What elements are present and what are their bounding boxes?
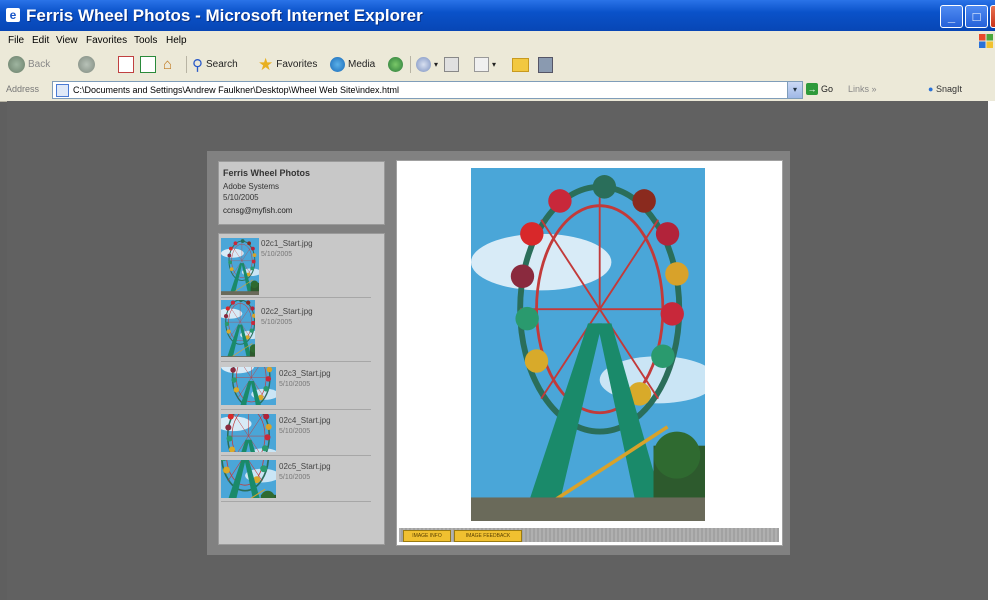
- search-icon: ⚲: [192, 56, 203, 74]
- thumbnail-item[interactable]: 02c2_Start.jpg 5/10/2005: [219, 300, 384, 362]
- menu-view[interactable]: View: [56, 35, 78, 46]
- title-bar[interactable]: e Ferris Wheel Photos - Microsoft Intern…: [0, 0, 995, 31]
- menu-tools[interactable]: Tools: [134, 35, 157, 46]
- gallery-container: Ferris Wheel Photos Adobe Systems 5/10/2…: [207, 151, 790, 555]
- go-button[interactable]: → Go: [806, 83, 833, 95]
- ie-window: e Ferris Wheel Photos - Microsoft Intern…: [0, 0, 995, 600]
- refresh-icon: [140, 56, 156, 73]
- close-button[interactable]: X: [990, 5, 995, 28]
- media-button[interactable]: Media: [330, 55, 375, 74]
- thumbnail-image: [221, 367, 276, 405]
- thumbnail-date: 5/10/2005: [261, 251, 293, 258]
- image-feedback-button[interactable]: IMAGE FEEDBACK: [454, 530, 522, 542]
- menu-favorites[interactable]: Favorites: [86, 35, 127, 46]
- address-input[interactable]: C:\Documents and Settings\Andrew Faulkne…: [52, 81, 792, 99]
- snagit-button[interactable]: ● SnagIt: [928, 84, 962, 94]
- folder-icon: [512, 57, 529, 72]
- thumbnail-date: 5/10/2005: [279, 428, 311, 435]
- edit-icon: [474, 57, 489, 72]
- thumbnail-date: 5/10/2005: [279, 474, 311, 481]
- maximize-button[interactable]: □: [965, 5, 988, 28]
- thumbnail-item[interactable]: 02c4_Start.jpg 5/10/2005: [219, 411, 384, 457]
- thumbnail-name: 02c1_Start.jpg: [261, 239, 313, 248]
- refresh-button[interactable]: [140, 55, 156, 74]
- go-arrow-icon: →: [806, 83, 818, 95]
- history-button[interactable]: [388, 55, 403, 74]
- thumbnail-date: 5/10/2005: [279, 381, 311, 388]
- mail-icon: [416, 57, 431, 72]
- thumbnail-name: 02c4_Start.jpg: [279, 416, 331, 425]
- windows-logo-icon: [979, 34, 993, 48]
- go-label: Go: [821, 84, 834, 94]
- scrollbar[interactable]: [988, 101, 995, 600]
- address-bar: Address C:\Documents and Settings\Andrew…: [0, 78, 995, 102]
- image-info-button[interactable]: IMAGE INFO: [403, 530, 451, 542]
- forward-button[interactable]: [78, 55, 95, 74]
- edit-button[interactable]: ▾: [474, 55, 496, 74]
- mail-button[interactable]: ▾: [416, 55, 438, 74]
- thumbnail-image: [221, 414, 276, 452]
- links-label: Links: [848, 84, 870, 94]
- links-button[interactable]: Links »: [848, 84, 877, 94]
- site-date: 5/10/2005: [223, 193, 259, 202]
- site-title: Ferris Wheel Photos: [223, 168, 311, 178]
- ie-logo-icon: e: [6, 8, 20, 22]
- home-icon: ⌂: [163, 56, 173, 73]
- favorites-star-icon: ★: [258, 54, 274, 74]
- site-author: Adobe Systems: [223, 182, 280, 191]
- site-info-panel: Ferris Wheel Photos Adobe Systems 5/10/2…: [218, 161, 385, 225]
- thumbnail-image: [221, 300, 255, 357]
- back-icon: [8, 56, 25, 73]
- menu-help[interactable]: Help: [166, 35, 187, 46]
- menu-file[interactable]: File: [8, 35, 24, 46]
- menu-bar: File Edit View Favorites Tools Help: [0, 31, 995, 52]
- page-icon: [56, 83, 69, 97]
- image-button-bar: IMAGE INFO IMAGE FEEDBACK: [399, 528, 779, 542]
- forward-icon: [78, 56, 95, 73]
- main-photo: [471, 168, 705, 521]
- window-title: Ferris Wheel Photos - Microsoft Internet…: [26, 6, 423, 25]
- back-label: Back: [28, 59, 51, 70]
- stop-button[interactable]: [118, 55, 134, 74]
- print-icon: [444, 57, 459, 72]
- thumbnail-item[interactable]: 02c5_Start.jpg 5/10/2005: [219, 457, 384, 503]
- thumbnail-item[interactable]: 02c1_Start.jpg 5/10/2005: [219, 234, 384, 298]
- search-button[interactable]: ⚲ Search: [192, 55, 238, 74]
- thumbnail-image: [221, 460, 276, 498]
- back-button[interactable]: Back: [8, 55, 50, 74]
- site-email-link[interactable]: ccnsg@myfish.com: [223, 206, 292, 215]
- minimize-button[interactable]: _: [940, 5, 963, 28]
- print-button[interactable]: [444, 55, 459, 74]
- messenger-button[interactable]: [538, 55, 553, 74]
- main-image-frame: IMAGE INFO IMAGE FEEDBACK: [396, 160, 783, 546]
- thumbnail-date: 5/10/2005: [261, 319, 293, 326]
- search-label: Search: [206, 59, 238, 70]
- folder-button[interactable]: [512, 55, 529, 74]
- stop-icon: [118, 56, 134, 73]
- address-url: C:\Documents and Settings\Andrew Faulkne…: [73, 85, 399, 95]
- menu-edit[interactable]: Edit: [32, 35, 49, 46]
- thumbnail-image: [221, 238, 259, 295]
- thumbnail-name: 02c5_Start.jpg: [279, 462, 331, 471]
- favorites-button[interactable]: ★ Favorites: [258, 55, 317, 74]
- thumbnail-name: 02c3_Start.jpg: [279, 369, 331, 378]
- media-label: Media: [348, 59, 376, 70]
- snagit-label: SnagIt: [935, 84, 962, 94]
- toolbar: Back ⌂ ⚲ Search ★ Favorites Media ▾ ▾: [0, 51, 995, 79]
- favorites-label: Favorites: [276, 59, 318, 70]
- history-icon: [388, 57, 403, 72]
- snagit-icon: ●: [928, 84, 934, 94]
- messenger-icon: [538, 56, 553, 73]
- thumbnail-item[interactable]: 02c3_Start.jpg 5/10/2005: [219, 365, 384, 411]
- media-icon: [330, 57, 345, 72]
- page-content: Ferris Wheel Photos Adobe Systems 5/10/2…: [7, 101, 988, 600]
- address-dropdown-button[interactable]: ▾: [787, 81, 803, 99]
- home-button[interactable]: ⌂: [163, 55, 172, 74]
- thumbnail-name: 02c2_Start.jpg: [261, 307, 313, 316]
- address-label: Address: [6, 84, 40, 94]
- thumbnail-panel: 02c1_Start.jpg 5/10/2005 02c2_Start.jpg …: [218, 233, 385, 545]
